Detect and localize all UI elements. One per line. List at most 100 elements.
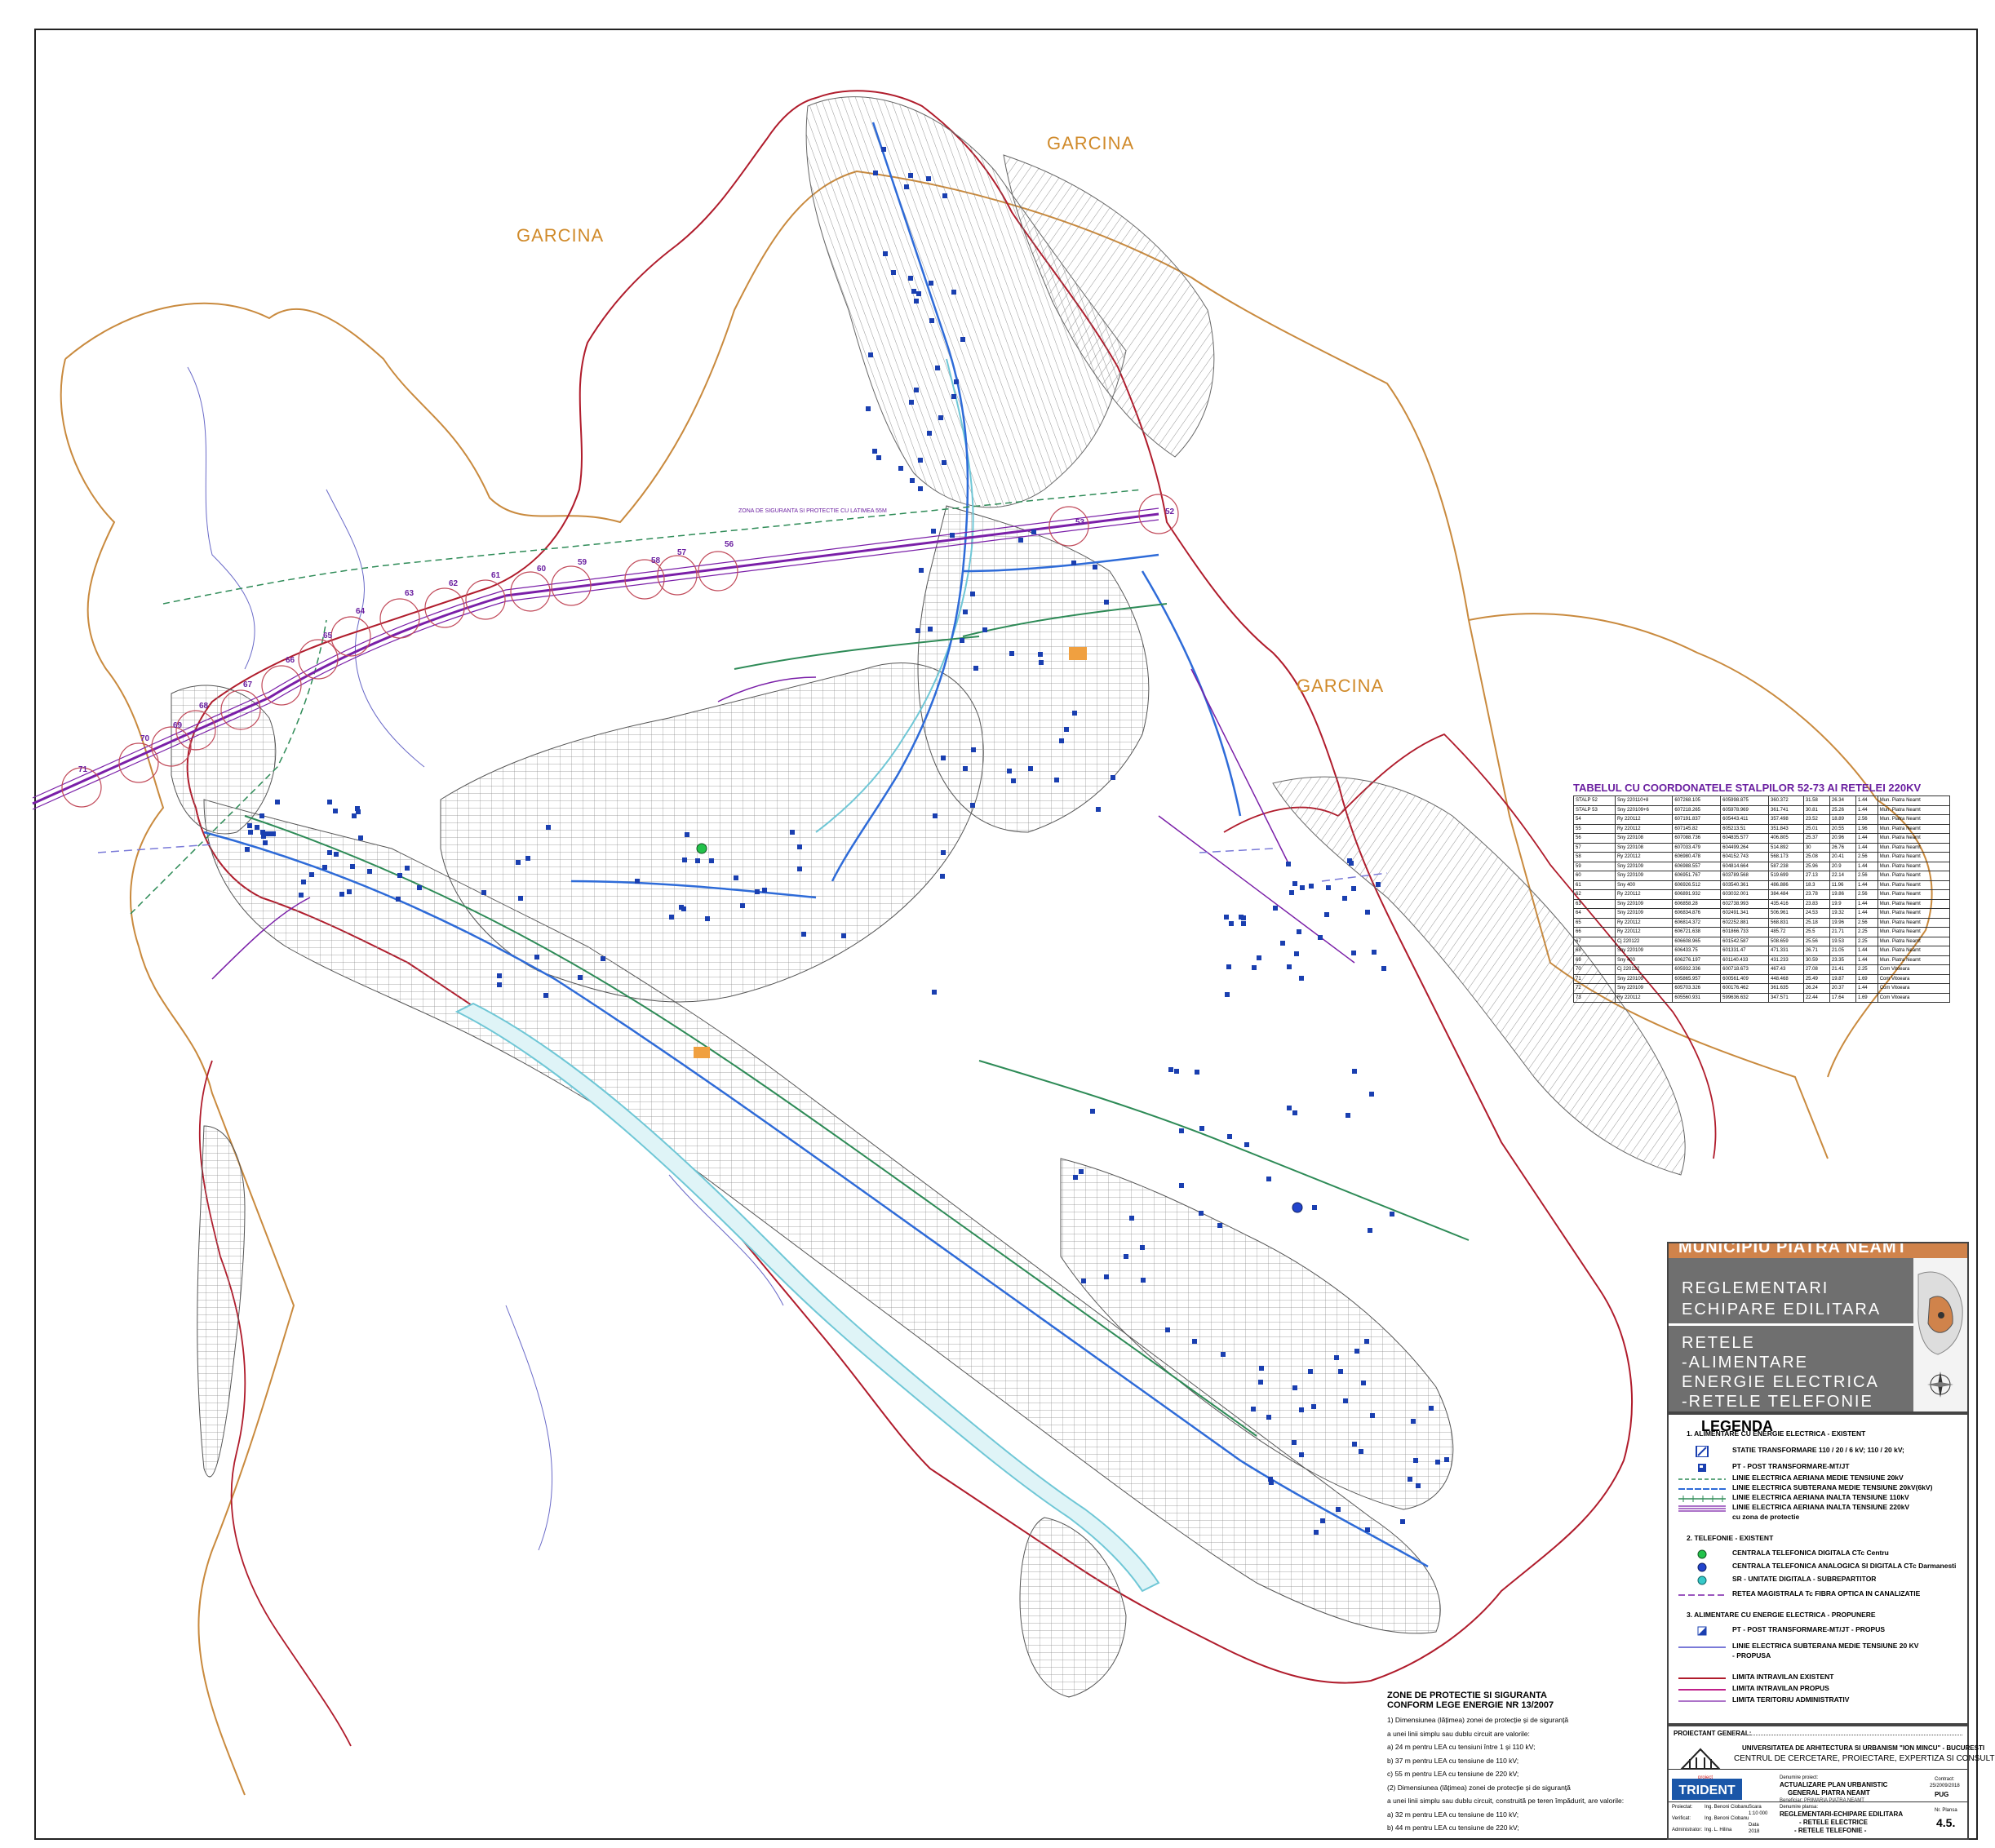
pylon-number: 71 (78, 765, 88, 774)
transformer-post-marker (263, 840, 268, 845)
table-cell: 448.468 (1768, 973, 1804, 984)
legend-symbol-icon (1678, 1700, 1726, 1702)
divider (1669, 1769, 1967, 1770)
transformer-post-marker (935, 366, 940, 370)
table-cell: 606721.638 (1672, 927, 1722, 937)
table-cell: 26.76 (1829, 842, 1856, 853)
transformer-post-marker (695, 858, 700, 863)
pylon-number: 59 (578, 558, 587, 567)
transformer-post-marker (248, 830, 253, 835)
table-cell: 64 (1573, 908, 1616, 919)
legend-item-label: LIMITA INTRAVILAN EXISTENT (1732, 1673, 1834, 1681)
section-line: ECHIPARE EDILITARA (1682, 1301, 1882, 1318)
table-cell: 1.44 (1855, 898, 1878, 909)
pylon-number: 57 (677, 548, 687, 557)
table-cell: 601866.733 (1720, 927, 1769, 937)
project-name: GENERAL PIATRA NEAMT (1788, 1789, 1870, 1797)
transformer-post-marker (915, 628, 920, 633)
table-cell: Sny 220109 (1614, 898, 1674, 909)
transformer-post-marker (868, 352, 873, 357)
zones-title: ZONE DE PROTECTIE SI SIGURANTA (1387, 1691, 1547, 1700)
transformer-post-marker (1324, 912, 1329, 917)
table-row: 65 Ry 220112 606814.372 602252.881 568.831 25… (1573, 917, 1951, 928)
table-cell: 26.34 (1829, 795, 1856, 806)
pylon-number: 56 (725, 540, 734, 549)
transformer-post-marker (911, 289, 916, 294)
table-row: 71 Sny 220109 605865.957 600561.409 448.468 2… (1573, 973, 1951, 984)
table-cell: 30.59 (1802, 955, 1830, 965)
transformer-post-marker (1096, 807, 1101, 812)
table-row: 68 Sny 220109 606433.75 601331.47 471.331 26.… (1573, 946, 1951, 956)
person-name: Ing. Benoni Ciobanu (1705, 1816, 1749, 1821)
transformer-post-marker (1221, 1352, 1226, 1357)
table-cell: 25.5 (1802, 927, 1830, 937)
topic-line: RETELE (1682, 1334, 1755, 1352)
table-cell: 604814.664 (1720, 861, 1769, 871)
table-cell: 2.56 (1855, 852, 1878, 862)
table-cell: 604499.264 (1720, 842, 1769, 853)
table-cell: 606608.965 (1672, 936, 1722, 946)
table-cell: 467.43 (1768, 964, 1804, 975)
table-cell: 600561.409 (1720, 973, 1769, 984)
table-cell: 435.416 (1768, 898, 1804, 909)
table-cell: Mun. Piatra Neamt (1877, 833, 1951, 844)
pylon-number: 65 (323, 632, 333, 640)
transformer-post-marker (963, 609, 968, 614)
table-cell: 587.238 (1768, 861, 1804, 871)
legend-item-label: LIMITA INTRAVILAN PROPUS (1732, 1684, 1829, 1692)
table-cell: 603032.001 (1720, 889, 1769, 900)
table-cell: 606433.75 (1672, 946, 1722, 956)
transformer-post-marker (1174, 1069, 1179, 1074)
transformer-post-marker (518, 896, 523, 901)
table-row: 61 Sny 400 606926.512 603540.361 486.886 18.3… (1573, 880, 1951, 890)
transformer-post-marker (1273, 906, 1278, 911)
table-cell: 27.13 (1802, 871, 1830, 881)
table-cell: 25.56 (1802, 936, 1830, 946)
table-cell: 25.37 (1802, 833, 1830, 844)
table-cell: Sny 400 (1614, 955, 1674, 965)
transformer-post-marker (841, 933, 846, 938)
table-row: 58 Ry 220112 606980.478 604152.743 568.173 25… (1573, 852, 1951, 862)
topic-title: RETELE -ALIMENTARE ENERGIE ELECTRICA -RE… (1682, 1333, 1879, 1411)
transformer-post-marker (938, 415, 943, 420)
transformer-post-marker (1259, 1366, 1264, 1371)
table-cell: 1.69 (1855, 992, 1878, 1003)
transformer-post-marker (1018, 538, 1023, 543)
admin-limit-line (60, 358, 295, 1796)
legend-symbol-icon (1697, 1562, 1707, 1572)
table-cell: 18.89 (1829, 814, 1856, 825)
table-cell: 72 (1573, 983, 1616, 994)
table-cell: Mun. Piatra Neamt (1877, 804, 1951, 815)
table-cell: 21.71 (1829, 927, 1856, 937)
table-row: 56 Sny 220108 607088.736 604835.577 406.805 2… (1573, 833, 1951, 844)
role-label: Verificat: (1672, 1816, 1691, 1821)
legend-item-label: CENTRALA TELEFONICA DIGITALA CTc Centru (1732, 1549, 1889, 1557)
table-cell: Com Vitoeara (1877, 992, 1951, 1003)
transformer-post-marker (299, 893, 304, 897)
transformer-post-marker (954, 379, 959, 384)
transformer-post-marker (914, 388, 919, 392)
parcels-south-west (197, 1125, 246, 1478)
transformer-post-marker (1224, 915, 1229, 920)
transformer-post-marker (333, 809, 338, 813)
telephone-central-analog (1292, 1202, 1303, 1213)
table-cell: 1.44 (1855, 908, 1878, 919)
role-label: Proiectat: (1672, 1805, 1693, 1810)
transformer-post-marker (1031, 530, 1036, 534)
transformer-post-marker (1179, 1183, 1184, 1188)
transformer-post-marker (405, 866, 410, 871)
transformer-post-marker (973, 666, 978, 671)
table-cell: Mun. Piatra Neamt (1877, 871, 1951, 881)
legend-symbol-icon (1675, 1651, 1729, 1663)
transformer-post-marker (1104, 1274, 1109, 1279)
transformer-post-marker (1287, 1106, 1292, 1110)
scale-value: 1:10 000 (1749, 1811, 1768, 1816)
transformer-post-marker (685, 832, 689, 837)
table-cell: Mun. Piatra Neamt (1877, 861, 1951, 871)
transformer-post-marker (1266, 1177, 1271, 1181)
transformer-post-marker (1336, 1507, 1341, 1512)
transformer-post-marker (497, 973, 502, 978)
table-cell: Mun. Piatra Neamt (1877, 955, 1951, 965)
table-cell: 605998.875 (1720, 795, 1769, 806)
person-name: Ing. L. Hilina (1705, 1828, 1732, 1832)
